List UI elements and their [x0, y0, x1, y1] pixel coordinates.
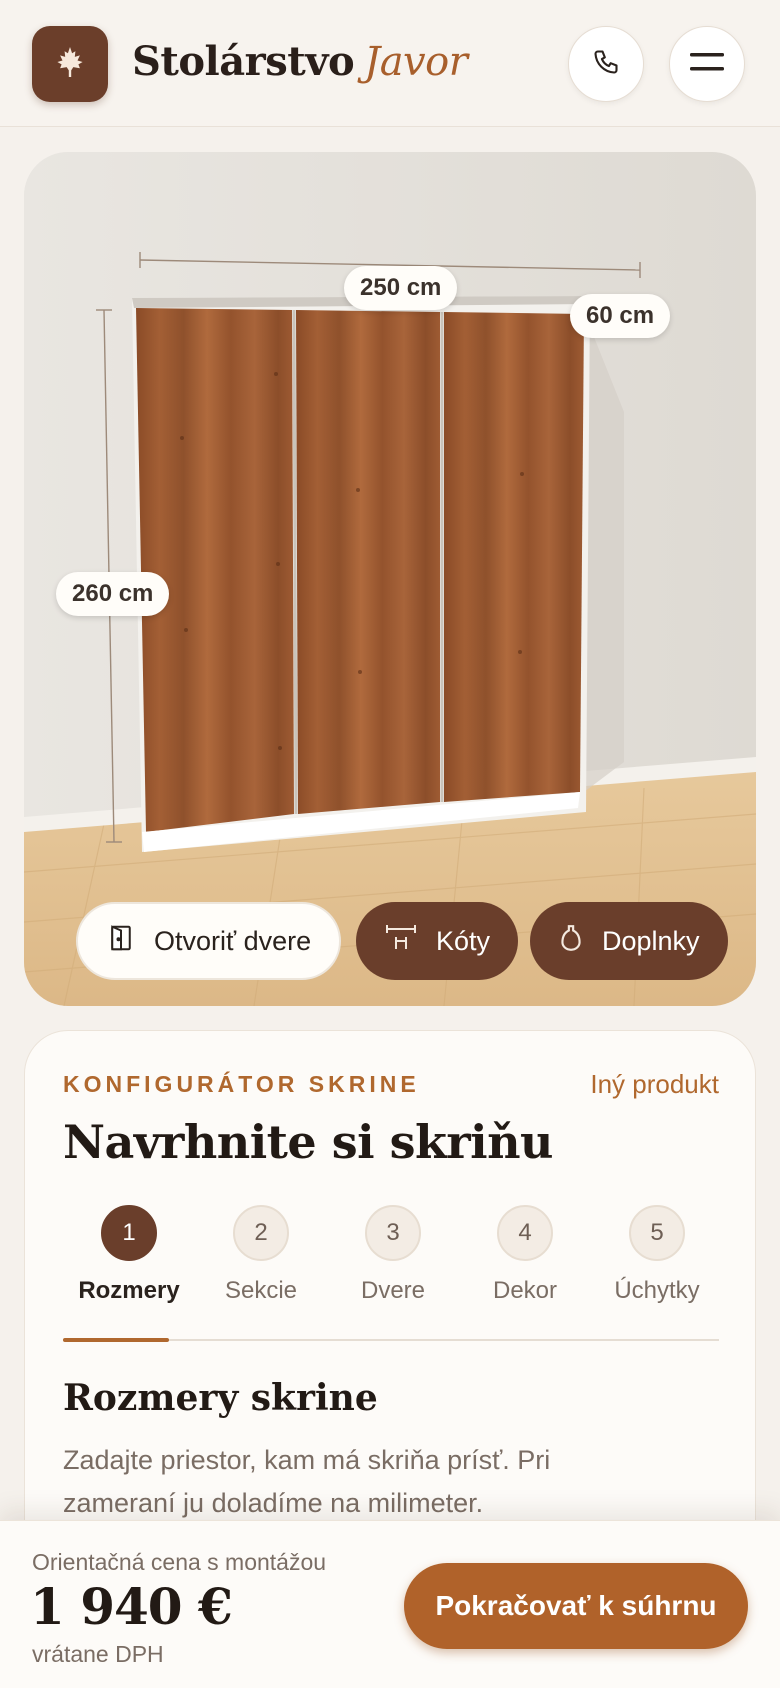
step-number: 1 [101, 1205, 157, 1261]
step-label: Sekcie [224, 1277, 298, 1304]
step-dvere[interactable]: 3 Dvere [327, 1205, 459, 1305]
accessories-button[interactable]: Doplnky [530, 902, 728, 980]
accessories-label: Doplnky [602, 925, 700, 956]
continue-to-summary-button[interactable]: Pokračovať k súhrnu [404, 1563, 748, 1649]
price-caption: Orientačná cena s montážou [32, 1549, 327, 1575]
step-number: 4 [497, 1205, 553, 1261]
step-progress-fill [63, 1338, 169, 1342]
vase-icon [558, 923, 584, 960]
wardrobe-preview[interactable]: 250 cm 60 cm 260 cm Otvoriť dvere Kóty D… [24, 152, 756, 1006]
step-label: Dvere [360, 1277, 426, 1304]
configurator-eyebrow: KONFIGURÁTOR SKRINE [63, 1071, 420, 1097]
price-note: vrátane DPH [32, 1641, 164, 1667]
step-indicator: 1 Rozmery 2 Sekcie 3 Dvere 4 Dekor 5 Úch… [63, 1205, 719, 1355]
step-label: Rozmery [78, 1277, 180, 1304]
step-dekor[interactable]: 4 Dekor [459, 1205, 591, 1305]
section-description: Zadajte priestor, kam má skriňa prísť. P… [63, 1445, 551, 1518]
step-uchytky[interactable]: 5 Úchytky [591, 1205, 723, 1305]
step-rozmery[interactable]: 1 Rozmery [63, 1205, 195, 1305]
step-number: 3 [365, 1205, 421, 1261]
logo[interactable] [32, 26, 108, 102]
menu-button[interactable] [669, 26, 745, 102]
app-header: Stolárstvo Javor [0, 0, 780, 127]
width-dimension-label: 250 cm [344, 266, 458, 310]
door-icon [106, 923, 136, 960]
section-title: Rozmery skrine [63, 1377, 378, 1419]
open-doors-label: Otvoriť dvere [154, 925, 312, 956]
step-label: Dekor [492, 1277, 558, 1304]
price-bar: Orientačná cena s montážou 1 940 € vráta… [0, 1520, 780, 1688]
step-number: 5 [629, 1205, 685, 1261]
dimensions-toggle-button[interactable]: Kóty [356, 902, 519, 980]
ruler-icon [384, 923, 418, 960]
depth-dimension-label: 60 cm [570, 294, 671, 338]
step-progress-track [63, 1338, 719, 1342]
hamburger-menu-icon [690, 50, 724, 79]
price-value: 1 940 € [30, 1577, 233, 1636]
phone-icon [592, 48, 620, 81]
open-doors-button[interactable]: Otvoriť dvere [76, 902, 342, 980]
dimensions-toggle-label: Kóty [436, 925, 491, 956]
height-dimension-label: 260 cm [56, 572, 170, 616]
step-number: 2 [233, 1205, 289, 1261]
step-label: Úchytky [614, 1277, 700, 1304]
call-button[interactable] [568, 26, 644, 102]
maple-leaf-icon [52, 44, 88, 85]
step-sekcie[interactable]: 2 Sekcie [195, 1205, 327, 1305]
brand-name: Stolárstvo Javor [132, 38, 468, 85]
other-product-link[interactable]: Iný produkt [590, 1069, 719, 1100]
brand-main: Stolárstvo [132, 38, 355, 85]
page-title: Navrhnite si skriňu [63, 1115, 553, 1169]
brand-accent: Javor [364, 39, 468, 85]
